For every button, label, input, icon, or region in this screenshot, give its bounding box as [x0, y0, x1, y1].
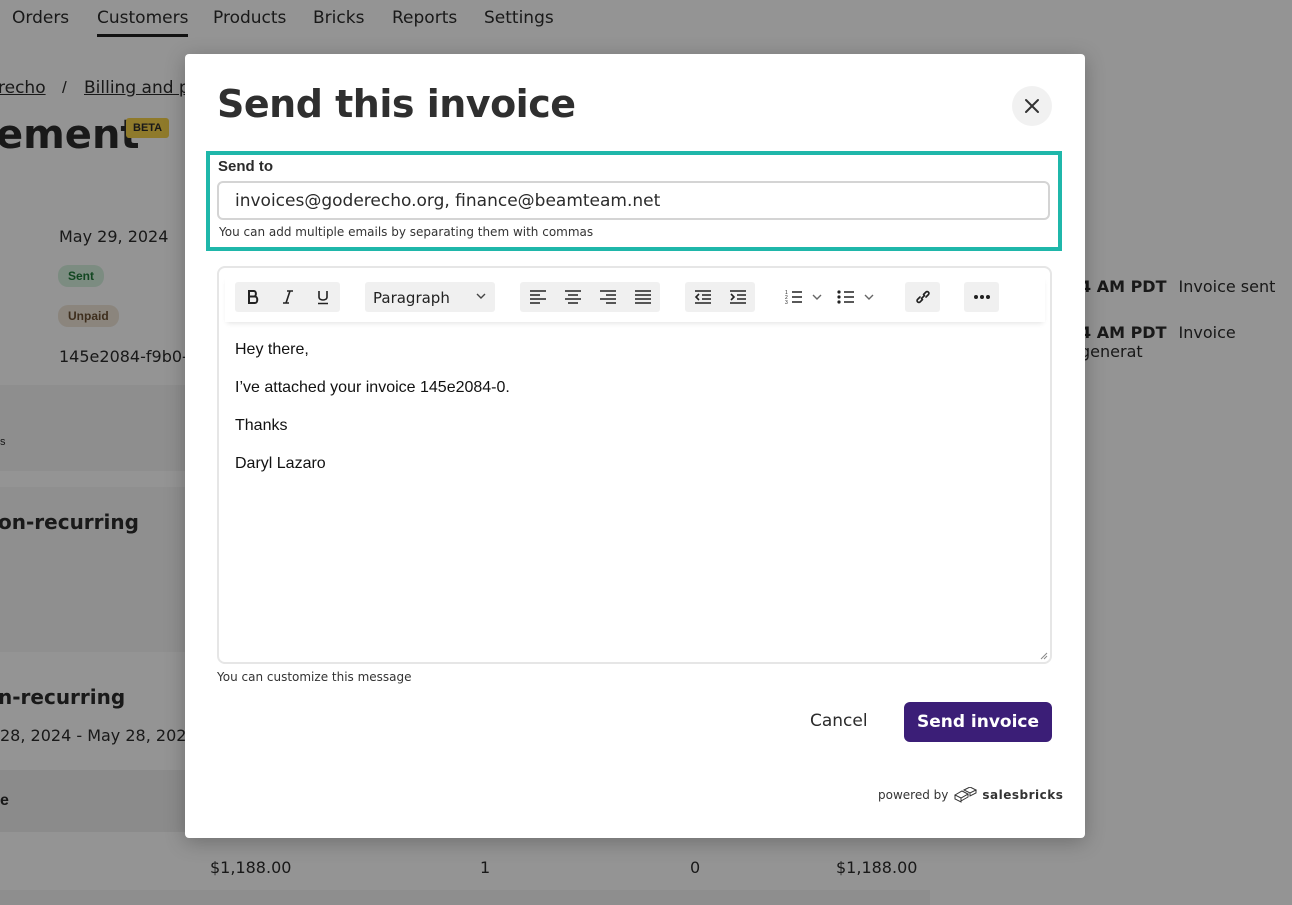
send-to-label: Send to — [218, 158, 273, 175]
align-group — [520, 282, 660, 312]
send-invoice-button[interactable]: Send invoice — [904, 702, 1052, 742]
more-button[interactable] — [964, 282, 999, 312]
salesbricks-logo-icon — [954, 787, 978, 803]
underline-button[interactable] — [305, 282, 340, 312]
outdent-button[interactable] — [685, 282, 720, 312]
format-group — [235, 282, 340, 312]
svg-text:3: 3 — [785, 300, 788, 305]
more-group — [964, 282, 999, 312]
message-body[interactable]: Hey there, I’ve attached your invoice 14… — [235, 340, 510, 492]
close-icon — [1025, 99, 1039, 113]
chevron-down-icon — [812, 294, 822, 300]
align-center-button[interactable] — [555, 282, 590, 312]
paragraph-select[interactable]: Paragraph — [365, 282, 495, 312]
bullet-list-button[interactable] — [837, 282, 875, 312]
align-right-button[interactable] — [590, 282, 625, 312]
powered-by-text: powered by — [878, 788, 949, 802]
underline-icon — [317, 291, 328, 305]
link-group — [905, 282, 940, 312]
align-justify-icon — [634, 290, 651, 304]
bullet-list-icon — [837, 290, 854, 304]
chevron-down-icon — [476, 293, 486, 299]
indent-button[interactable] — [720, 282, 755, 312]
link-button[interactable] — [905, 282, 940, 312]
modal-title: Send this invoice — [217, 82, 576, 126]
indent-group — [685, 282, 755, 312]
more-icon — [973, 295, 990, 299]
align-left-icon — [529, 290, 546, 304]
message-editor[interactable]: Paragraph 1 2 3 Hey there, I’ve attached… — [217, 266, 1052, 664]
indent-icon — [729, 290, 746, 304]
align-right-icon — [599, 290, 616, 304]
editor-toolbar: Paragraph 1 2 3 — [225, 276, 1045, 322]
outdent-icon — [694, 290, 711, 304]
chevron-down-icon — [864, 294, 874, 300]
italic-icon — [282, 290, 293, 304]
paragraph-select-value: Paragraph — [373, 289, 450, 307]
message-line: I’ve attached your invoice 145e2084-0. — [235, 379, 510, 396]
link-icon — [915, 290, 930, 304]
message-line: Daryl Lazaro — [235, 455, 326, 472]
align-left-button[interactable] — [520, 282, 555, 312]
numbered-list-icon: 123 — [785, 290, 802, 305]
bold-icon — [247, 290, 258, 304]
align-center-icon — [564, 290, 581, 304]
close-button[interactable] — [1012, 86, 1052, 126]
align-justify-button[interactable] — [625, 282, 660, 312]
powered-by: powered by salesbricks — [878, 787, 1063, 803]
message-line: Thanks — [235, 417, 288, 434]
send-to-input[interactable] — [217, 181, 1050, 220]
bold-button[interactable] — [235, 282, 270, 312]
brand-name: salesbricks — [982, 788, 1064, 802]
message-help: You can customize this message — [217, 670, 412, 684]
numbered-list-button[interactable]: 123 — [785, 282, 823, 312]
send-to-help: You can add multiple emails by separatin… — [219, 225, 594, 239]
resize-handle-icon[interactable] — [1038, 650, 1048, 660]
cancel-button[interactable]: Cancel — [810, 711, 868, 731]
italic-button[interactable] — [270, 282, 305, 312]
send-invoice-modal: Send this invoice Send to You can add mu… — [185, 54, 1085, 838]
message-line: Hey there, — [235, 341, 309, 358]
